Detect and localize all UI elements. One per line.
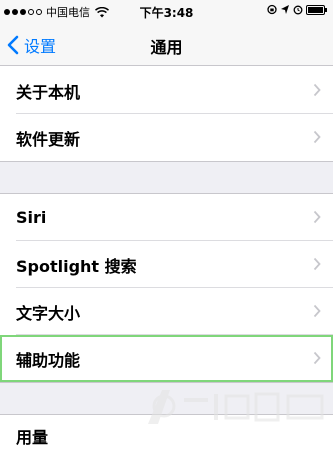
watermark-logo — [148, 390, 324, 424]
chevron-right-icon — [313, 130, 321, 144]
status-right — [267, 4, 328, 15]
settings-row-text-size[interactable]: 文字大小 — [0, 288, 333, 335]
row-label: Siri — [16, 208, 47, 227]
row-label: 关于本机 — [16, 82, 81, 102]
chevron-right-icon — [313, 210, 321, 224]
row-label: 辅助功能 — [16, 350, 81, 370]
navigation-bar: 设置 通用 — [0, 22, 333, 66]
settings-row-siri[interactable]: Siri — [0, 194, 333, 241]
row-label: 用量 — [16, 428, 49, 447]
settings-row-spotlight-search[interactable]: Spotlight 搜索 — [0, 241, 333, 288]
row-label: 文字大小 — [16, 303, 81, 323]
status-bar: 中国电信 下午3:48 — [0, 0, 333, 22]
chevron-right-icon — [313, 257, 321, 271]
settings-row-software-update[interactable]: 软件更新 — [0, 114, 333, 161]
settings-group-2: Siri Spotlight 搜索 文字大小 辅助功能 — [0, 194, 333, 382]
chevron-right-icon — [313, 304, 321, 318]
battery-icon — [306, 4, 327, 15]
alarm-icon — [293, 5, 303, 15]
rotation-lock-icon — [267, 4, 277, 15]
row-label: 软件更新 — [16, 129, 81, 149]
section-spacer — [0, 162, 333, 193]
page-title: 通用 — [150, 38, 183, 57]
settings-row-about[interactable]: 关于本机 — [0, 67, 333, 114]
settings-group-1: 关于本机 软件更新 — [0, 67, 333, 161]
chevron-right-icon — [313, 351, 321, 365]
chevron-right-icon — [313, 83, 321, 97]
row-label: Spotlight 搜索 — [16, 256, 137, 276]
location-icon — [281, 5, 289, 14]
settings-row-accessibility[interactable]: 辅助功能 — [0, 335, 333, 382]
